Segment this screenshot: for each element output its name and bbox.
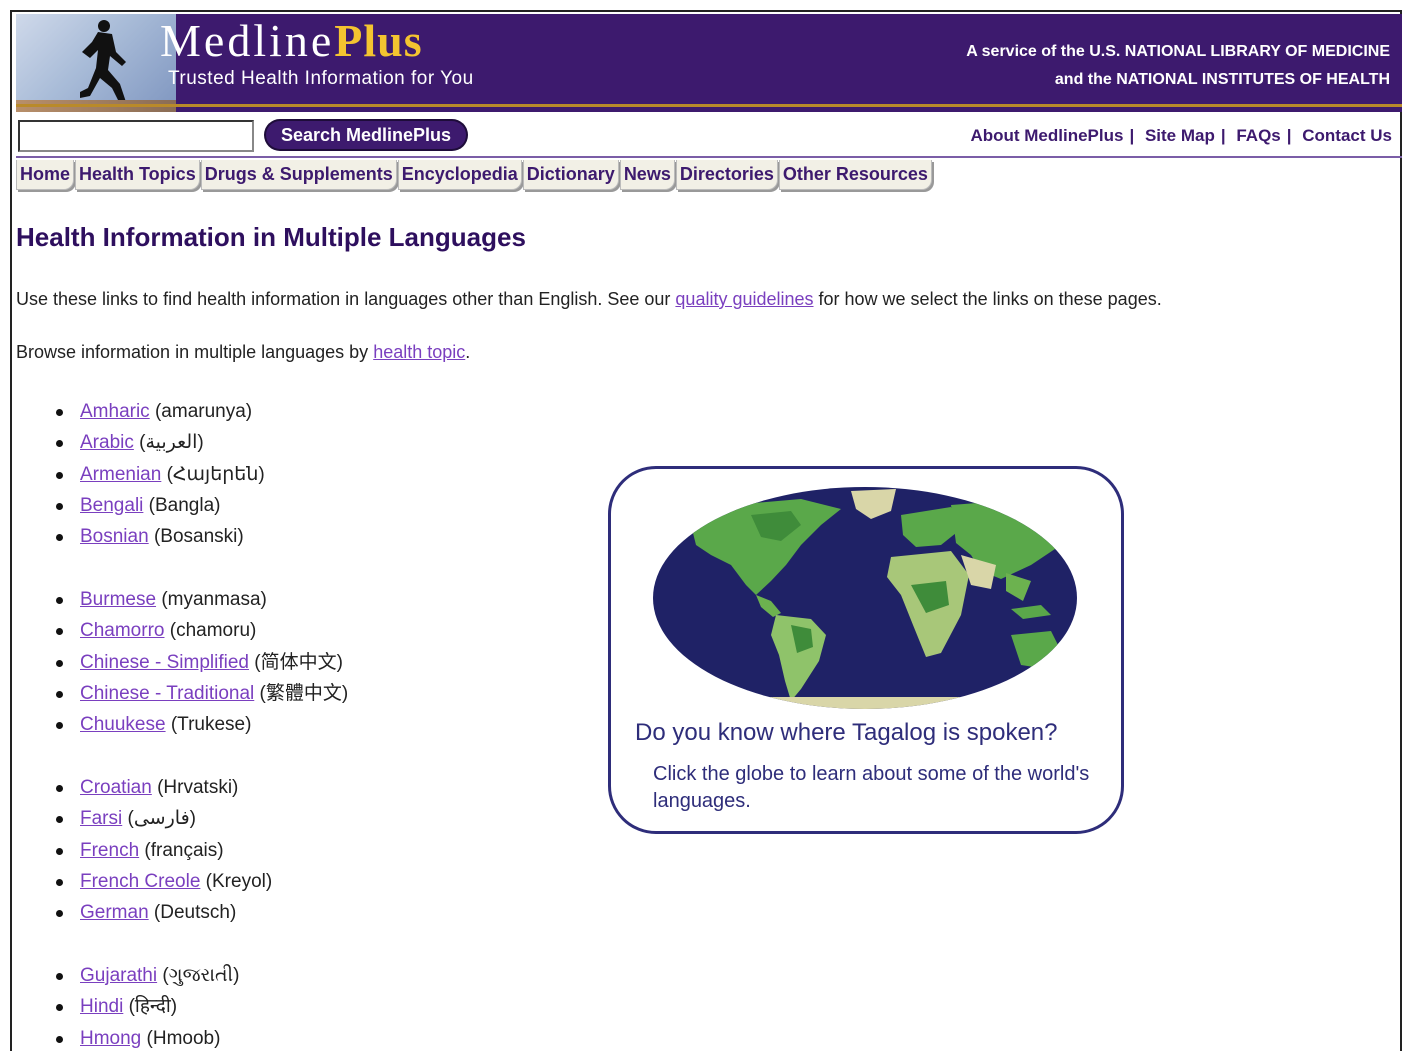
language-link[interactable]: Amharic [80,401,150,422]
list-item: Bengali (Bangla) [54,490,265,521]
health-topic-link[interactable]: health topic [373,342,465,362]
language-link[interactable]: Bosnian [80,526,149,547]
language-link[interactable]: Chinese - Traditional [80,683,254,704]
tab-other-resources[interactable]: Other Resources [778,160,932,190]
language-list-group-1: Amharic (amarunya) Arabic (العربية) Arme… [54,396,265,552]
list-item: Chamorro (chamoru) [54,615,348,646]
list-item: Croatian (Hrvatski) [54,772,272,803]
tab-news[interactable]: News [619,160,675,190]
language-link[interactable]: Armenian [80,464,161,485]
runner-photo [16,14,176,112]
list-item: Hmong (Hmoob) [54,1023,239,1054]
utility-links: About MedlinePlus | Site Map | FAQs | Conta… [970,126,1392,145]
language-link[interactable]: Chamorro [80,620,164,641]
about-link[interactable]: About MedlinePlus [970,126,1123,145]
faqs-link[interactable]: FAQs [1236,126,1280,145]
runner-icon [80,20,126,104]
list-item: Burmese (myanmasa) [54,584,348,615]
language-link[interactable]: Bengali [80,495,143,516]
list-item: German (Deutsch) [54,897,272,928]
list-item: Amharic (amarunya) [54,396,265,427]
intro-paragraph: Use these links to find health informati… [16,289,1162,309]
list-item: Farsi (فارسی) [54,803,272,834]
language-link[interactable]: Croatian [80,777,152,798]
main-nav: Home Health Topics Drugs & Supplements E… [16,160,933,190]
list-item: Armenian (Հայերեն) [54,459,265,490]
language-link[interactable]: French [80,840,139,861]
list-item: Bosnian (Bosanski) [54,521,265,552]
list-item: Chinese - Simplified (简体中文) [54,647,348,678]
list-item: Arabic (العربية) [54,427,265,458]
list-item: French Creole (Kreyol) [54,866,272,897]
world-map-icon[interactable] [651,485,1079,711]
language-link[interactable]: Hindi [80,996,123,1017]
tab-home[interactable]: Home [16,160,75,190]
list-item: Chinese - Traditional (繁體中文) [54,678,348,709]
language-list-group-3: Croatian (Hrvatski) Farsi (فارسی) French… [54,772,272,928]
globe-promo[interactable]: Do you know where Tagalog is spoken? Cli… [608,466,1124,834]
language-link[interactable]: Gujarathi [80,965,157,986]
language-list-group-2: Burmese (myanmasa) Chamorro (chamoru) Ch… [54,584,348,740]
language-link[interactable]: Chuukese [80,714,166,735]
language-link[interactable]: Arabic [80,432,134,453]
language-link[interactable]: Burmese [80,589,156,610]
contact-link[interactable]: Contact Us [1302,126,1392,145]
language-link[interactable]: Hmong [80,1028,141,1049]
tab-encyclopedia[interactable]: Encyclopedia [397,160,522,190]
globe-subtext: Click the globe to learn about some of t… [653,763,1090,812]
language-list-group-4: Gujarathi (ગુજરાતી) Hindi (हिन्दी) Hmong… [54,960,239,1054]
list-item: French (français) [54,835,272,866]
list-item: Hindi (हिन्दी) [54,991,239,1022]
search-divider [16,156,1402,158]
search-button[interactable]: Search MedlinePlus [266,121,466,149]
header-divider [16,104,1402,107]
brand-tagline: Trusted Health Information for You [168,68,474,89]
list-item: Gujarathi (ગુજરાતી) [54,960,239,991]
tab-health-topics[interactable]: Health Topics [75,160,200,190]
site-map-link[interactable]: Site Map [1145,126,1215,145]
tab-directories[interactable]: Directories [675,160,778,190]
quality-guidelines-link[interactable]: quality guidelines [675,289,813,309]
tab-dictionary[interactable]: Dictionary [522,160,619,190]
language-link[interactable]: Chinese - Simplified [80,652,249,673]
service-statement: A service of the U.S. NATIONAL LIBRARY O… [966,43,1390,88]
language-link[interactable]: Farsi [80,808,122,829]
language-link[interactable]: French Creole [80,871,200,892]
list-item: Chuukese (Trukese) [54,709,348,740]
search-input[interactable] [18,120,254,152]
brand-logo[interactable]: MedlinePlus [160,16,423,66]
globe-question: Do you know where Tagalog is spoken? [635,719,1058,746]
tab-drugs-supplements[interactable]: Drugs & Supplements [200,160,397,190]
browse-paragraph: Browse information in multiple languages… [16,342,471,362]
page-title: Health Information in Multiple Languages [16,222,526,252]
language-link[interactable]: German [80,902,149,923]
